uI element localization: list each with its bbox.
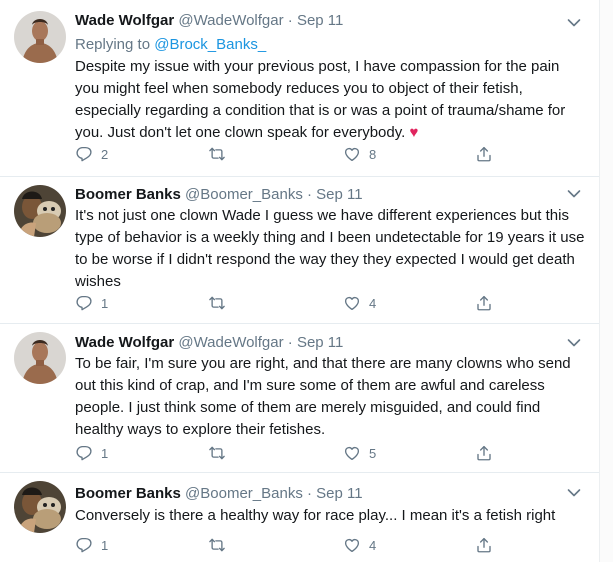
author-handle[interactable]: @WadeWolfgar xyxy=(178,12,283,29)
like-icon xyxy=(343,294,361,312)
like-button[interactable]: 4 xyxy=(343,293,376,313)
reply-icon xyxy=(75,145,93,163)
avatar[interactable] xyxy=(14,481,66,533)
tweet[interactable]: Wade Wolfgar @WadeWolfgar · Sep 11 Reply… xyxy=(0,0,600,176)
share-icon xyxy=(475,444,493,462)
like-icon xyxy=(343,145,361,163)
share-icon xyxy=(475,145,493,163)
reply-count: 2 xyxy=(101,146,109,162)
retweet-icon xyxy=(208,444,226,462)
retweet-button[interactable] xyxy=(208,293,234,313)
reply-button[interactable]: 1 xyxy=(75,535,108,555)
reply-button[interactable]: 1 xyxy=(75,293,108,313)
tweet-date[interactable]: Sep 11 xyxy=(297,334,343,351)
like-count: 8 xyxy=(369,146,377,162)
tweet-text: Despite my issue with your previous post… xyxy=(75,56,587,144)
retweet-button[interactable] xyxy=(208,535,234,555)
replying-to: Replying to @Brock_Banks_ xyxy=(75,36,266,53)
separator: · xyxy=(287,12,293,29)
tweet-text: To be fair, I'm sure you are right, and … xyxy=(75,355,571,438)
tweet-text: Conversely is there a healthy way for ra… xyxy=(75,507,556,524)
author-handle[interactable]: @Boomer_Banks xyxy=(185,485,303,502)
tweet[interactable]: Boomer Banks @Boomer_Banks · Sep 11 Conv… xyxy=(0,473,600,562)
author-name[interactable]: Boomer Banks xyxy=(75,186,181,203)
reply-button[interactable]: 2 xyxy=(75,144,108,164)
scrollbar-track[interactable] xyxy=(599,0,613,562)
share-button[interactable] xyxy=(475,535,501,555)
chevron-down-icon[interactable] xyxy=(567,18,581,28)
chevron-down-icon[interactable] xyxy=(567,189,581,199)
chevron-down-icon[interactable] xyxy=(567,488,581,498)
tweet-header: Boomer Banks @Boomer_Banks · Sep 11 xyxy=(75,186,363,203)
replying-to-label: Replying to xyxy=(75,36,151,53)
separator: · xyxy=(307,485,312,502)
replying-to-link[interactable]: @Brock_Banks_ xyxy=(154,36,266,53)
like-icon xyxy=(343,444,361,462)
heart-emoji: ♥ xyxy=(409,124,419,141)
tweet-header: Wade Wolfgar @WadeWolfgar · Sep 11 xyxy=(75,334,343,351)
tweet-header: Boomer Banks @Boomer_Banks · Sep 11 xyxy=(75,485,363,502)
author-name[interactable]: Wade Wolfgar xyxy=(75,334,174,351)
author-name[interactable]: Wade Wolfgar xyxy=(75,12,174,29)
avatar[interactable] xyxy=(14,11,66,63)
separator: · xyxy=(287,334,293,351)
reply-icon xyxy=(75,536,93,554)
like-count: 4 xyxy=(369,295,377,311)
retweet-icon xyxy=(208,145,226,163)
retweet-button[interactable] xyxy=(208,144,234,164)
author-name[interactable]: Boomer Banks xyxy=(75,485,181,502)
reply-button[interactable]: 1 xyxy=(75,443,108,463)
like-icon xyxy=(343,536,361,554)
reply-icon xyxy=(75,444,93,462)
reply-count: 1 xyxy=(101,445,109,461)
share-button[interactable] xyxy=(475,293,501,313)
like-count: 5 xyxy=(369,445,377,461)
author-handle[interactable]: @WadeWolfgar xyxy=(178,334,283,351)
tweet-date[interactable]: Sep 11 xyxy=(316,485,362,502)
share-button[interactable] xyxy=(475,144,501,164)
share-icon xyxy=(475,536,493,554)
reply-count: 1 xyxy=(101,295,109,311)
tweet-date[interactable]: Sep 11 xyxy=(316,186,362,203)
separator: · xyxy=(307,186,312,203)
retweet-icon xyxy=(208,294,226,312)
retweet-icon xyxy=(208,536,226,554)
tweet[interactable]: Boomer Banks @Boomer_Banks · Sep 11 It's… xyxy=(0,177,600,323)
tweet-header: Wade Wolfgar @WadeWolfgar · Sep 11 xyxy=(75,12,343,29)
tweet-text: It's not just one clown Wade I guess we … xyxy=(75,207,585,290)
tweet-actions: 1 4 xyxy=(75,293,515,313)
avatar[interactable] xyxy=(14,332,66,384)
author-handle[interactable]: @Boomer_Banks xyxy=(185,186,303,203)
like-count: 4 xyxy=(369,537,377,553)
tweet[interactable]: Wade Wolfgar @WadeWolfgar · Sep 11 To be… xyxy=(0,324,600,472)
tweet-actions: 1 5 xyxy=(75,443,515,463)
reply-icon xyxy=(75,294,93,312)
tweet-actions: 2 8 xyxy=(75,144,515,164)
share-button[interactable] xyxy=(475,443,501,463)
retweet-button[interactable] xyxy=(208,443,234,463)
chevron-down-icon[interactable] xyxy=(567,338,581,348)
avatar[interactable] xyxy=(14,185,66,237)
tweet-date[interactable]: Sep 11 xyxy=(297,12,343,29)
tweet-actions: 1 4 xyxy=(75,535,515,555)
reply-count: 1 xyxy=(101,537,109,553)
tweet-body: Despite my issue with your previous post… xyxy=(75,58,566,141)
like-button[interactable]: 8 xyxy=(343,144,376,164)
like-button[interactable]: 5 xyxy=(343,443,376,463)
share-icon xyxy=(475,294,493,312)
like-button[interactable]: 4 xyxy=(343,535,376,555)
